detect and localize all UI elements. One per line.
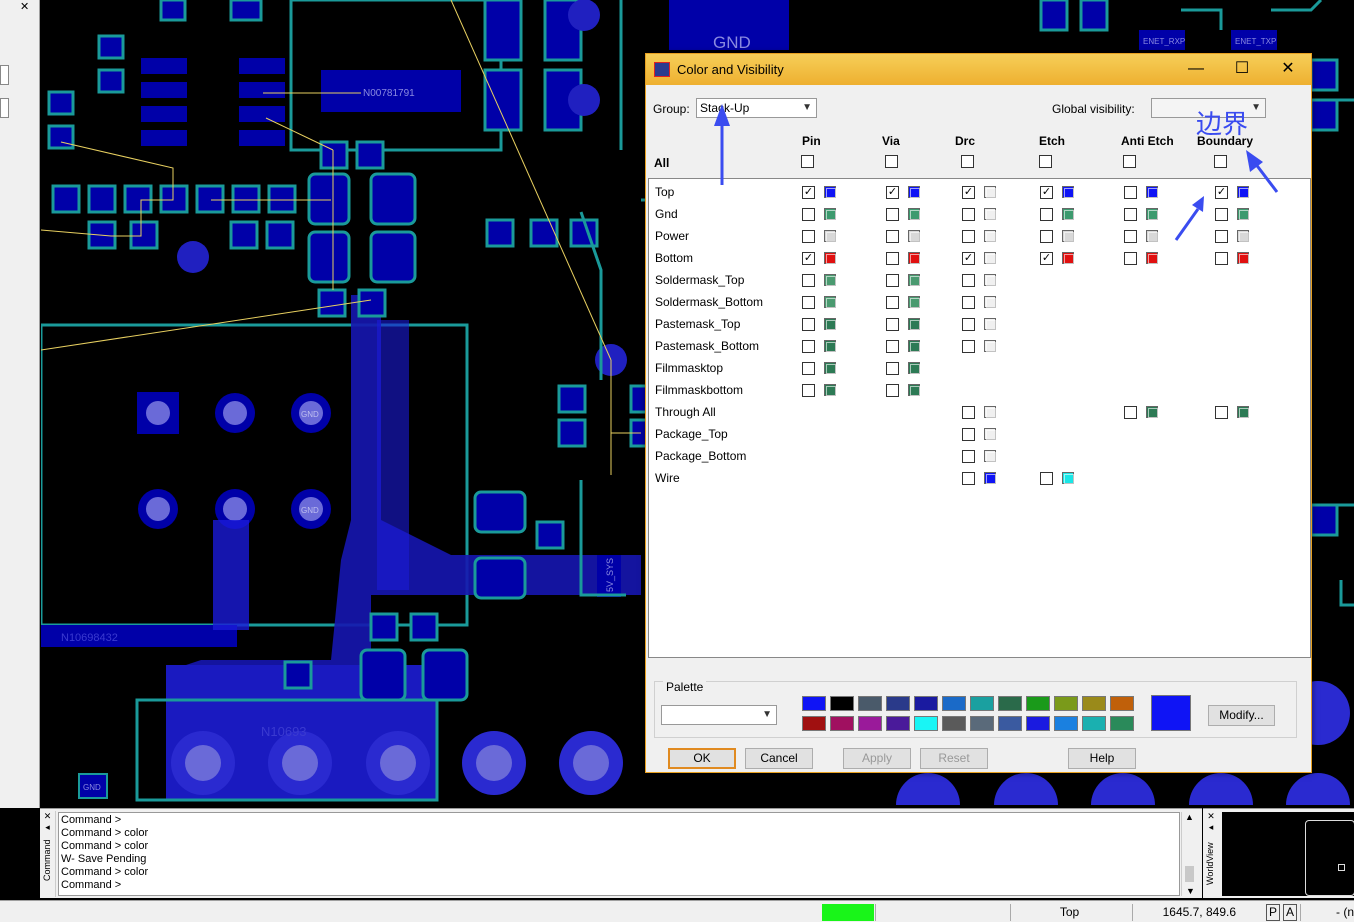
arrow-left-icon[interactable]: ◂ bbox=[1203, 822, 1219, 833]
close-icon[interactable]: ✕ bbox=[1203, 811, 1219, 822]
command-scrollbar[interactable]: ▲ ▼ bbox=[1181, 812, 1197, 896]
command-line: Command > color bbox=[61, 827, 149, 839]
p-toggle-button[interactable]: P bbox=[1266, 904, 1280, 921]
a-toggle-button[interactable]: A bbox=[1283, 904, 1297, 921]
worldview-panel: ✕ ◂ WorldView bbox=[1203, 808, 1354, 898]
worldview-tab[interactable]: WorldView bbox=[1205, 833, 1215, 885]
close-icon[interactable]: ✕ bbox=[40, 811, 55, 822]
command-line: Command > bbox=[61, 879, 122, 891]
status-indicator bbox=[822, 904, 874, 921]
scroll-thumb[interactable] bbox=[1185, 866, 1194, 882]
status-cell bbox=[875, 904, 1005, 921]
status-layer: Top bbox=[1010, 904, 1128, 921]
command-line: W- Save Pending bbox=[61, 853, 147, 865]
status-bar: Top 1645.7, 849.6 P A - (n bbox=[0, 900, 1354, 922]
command-line: Command > color bbox=[61, 866, 149, 878]
annotation-arrows bbox=[146, 104, 1279, 892]
command-panel: ✕ ◂ Command Command > Command > color Comm… bbox=[40, 808, 1202, 898]
status-trail: - (n bbox=[1300, 904, 1354, 921]
command-line: Command > color bbox=[61, 840, 149, 852]
command-output[interactable]: Command > Command > color Command > color W… bbox=[58, 812, 1180, 896]
command-line: Command > bbox=[61, 814, 122, 826]
worldview-viewport[interactable] bbox=[1338, 864, 1345, 871]
worldview-side: ✕ ◂ WorldView bbox=[1203, 811, 1219, 897]
worldview-canvas[interactable] bbox=[1222, 812, 1354, 896]
command-panel-side: ✕ ◂ Command bbox=[40, 811, 56, 897]
worldview-board-outline bbox=[1305, 820, 1354, 896]
status-coords: 1645.7, 849.6 bbox=[1132, 904, 1262, 921]
command-tab[interactable]: Command bbox=[42, 833, 52, 881]
scroll-up-icon[interactable]: ▲ bbox=[1182, 812, 1197, 822]
arrow-left-icon[interactable]: ◂ bbox=[40, 822, 55, 833]
scroll-down-icon[interactable]: ▼ bbox=[1186, 886, 1195, 896]
